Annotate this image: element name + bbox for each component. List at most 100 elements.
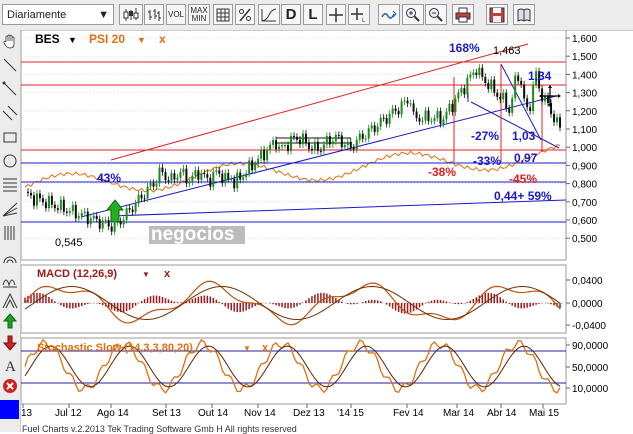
macd-remove-icon: x (164, 268, 171, 280)
value-134-label: 1,34 (528, 69, 552, 83)
printer-icon (455, 7, 471, 22)
high-value-label: 1,463 (493, 45, 521, 57)
candle-body (146, 186, 149, 199)
daily-button[interactable]: D (281, 4, 301, 25)
candle-body (451, 103, 454, 113)
candle-body (460, 88, 463, 93)
candle-body (272, 140, 275, 145)
candle-body (242, 177, 245, 180)
save-button[interactable] (486, 4, 508, 25)
help-button[interactable] (513, 4, 535, 25)
price-axis-label: 1,600 (572, 34, 597, 45)
print-button[interactable] (452, 4, 474, 25)
text-tool[interactable]: A (1, 356, 19, 374)
candle-body (406, 100, 409, 104)
hand-icon (3, 34, 15, 49)
date-axis-label: Out 14 (198, 408, 228, 419)
fibonacci-tool[interactable] (1, 176, 19, 194)
period-select[interactable]: Diariamente ▼ (2, 4, 114, 25)
loss-38-label: -38% (428, 165, 456, 179)
parallel-channel-tool[interactable] (1, 104, 19, 122)
candle-body (68, 211, 71, 213)
delete-tool[interactable] (1, 377, 19, 395)
crosshair-label-button[interactable]: L (348, 4, 370, 25)
sell-arrow-tool[interactable] (1, 334, 19, 352)
price-axis-label: 0,800 (572, 180, 597, 191)
candle-body (427, 110, 430, 122)
trendline-tool[interactable] (1, 56, 19, 74)
candle-body (83, 211, 86, 213)
candle-body (110, 226, 113, 232)
candle-body (397, 110, 400, 115)
zoom-in-button[interactable] (402, 4, 424, 25)
log-scale-button[interactable] (258, 4, 280, 25)
fan-tool[interactable] (1, 200, 19, 218)
candlestick-chart-button[interactable] (119, 4, 143, 25)
speed-lines-tool[interactable] (1, 292, 19, 310)
zoom-out-button[interactable] (425, 4, 447, 25)
line-chart-button-label: L (308, 6, 318, 23)
crosshair-icon (329, 7, 343, 22)
buy-arrow-tool[interactable] (1, 312, 19, 330)
candle-body (62, 199, 65, 212)
price-axis: 1,600 1,500 1,400 1,300 1,200 1,100 1,000 0,900… (566, 34, 597, 245)
bar-chart-button[interactable] (144, 4, 164, 25)
ellipse-tool[interactable] (1, 152, 19, 170)
candle-body (523, 84, 526, 99)
candle-body (433, 118, 436, 122)
candle-body (310, 148, 313, 151)
candle-body (224, 172, 227, 184)
candle-body (164, 172, 167, 181)
indicator-axis-label: 90,0000 (572, 341, 609, 352)
crosshair-button[interactable] (326, 4, 346, 25)
date-axis-label: Mai 15 (529, 408, 559, 419)
cycle-tool[interactable] (1, 272, 19, 290)
candle-body (215, 170, 218, 172)
svg-text:L: L (362, 18, 366, 22)
candle-body (316, 141, 319, 151)
ray-tool[interactable] (1, 80, 19, 98)
candle-body (218, 170, 221, 174)
candle-body (349, 141, 352, 148)
candle-body (227, 172, 230, 179)
gann-tool[interactable] (1, 224, 19, 242)
candle-body (257, 158, 260, 165)
zoom-in-icon (406, 7, 420, 22)
candle-body (352, 147, 355, 150)
candle-body (325, 136, 328, 145)
candle-body (230, 178, 233, 180)
toolbar: Diariamente ▼ VOL MAX MIN D L L (0, 0, 633, 31)
indicator-axis-label: 0,0000 (572, 299, 603, 310)
grid-button[interactable] (213, 4, 233, 25)
line-chart-button[interactable]: L (303, 4, 323, 25)
candle-body (295, 136, 298, 140)
min-label: MIN (191, 13, 207, 23)
rectangle-tool[interactable] (1, 128, 19, 146)
copyright-footer: Fuel Charts v.2.2013 Tek Trading Softwar… (22, 424, 297, 434)
volume-button[interactable]: VOL (166, 4, 186, 25)
candle-body (394, 108, 397, 111)
candle-body (104, 220, 107, 222)
max-min-button[interactable]: MAX MIN (188, 4, 210, 25)
candle-body (125, 208, 128, 220)
date-axis-label: 13 (21, 408, 33, 419)
candle-body (266, 150, 269, 161)
candle-body (182, 168, 185, 172)
log-scale-icon (261, 8, 277, 21)
candle-body (367, 128, 370, 139)
arc-tool[interactable] (1, 248, 19, 266)
candle-body (176, 177, 179, 180)
pan-button[interactable] (378, 4, 400, 25)
candle-body (155, 183, 158, 187)
price-axis-label: 0,600 (572, 216, 597, 227)
indicator-axis-label: 10,0000 (572, 384, 609, 395)
watermark: negocios (149, 224, 245, 245)
color-picker[interactable] (0, 400, 19, 419)
price-axis-label: 0,900 (572, 161, 597, 172)
candle-body (71, 205, 74, 212)
chart-area[interactable]: 1,600 1,500 1,400 1,300 1,200 1,100 1,000 0,900… (21, 30, 633, 424)
percent-scale-button[interactable] (235, 4, 255, 25)
hand-tool[interactable] (1, 32, 19, 50)
candle-body (496, 92, 499, 97)
price-axis-label: 0,700 (572, 198, 597, 209)
